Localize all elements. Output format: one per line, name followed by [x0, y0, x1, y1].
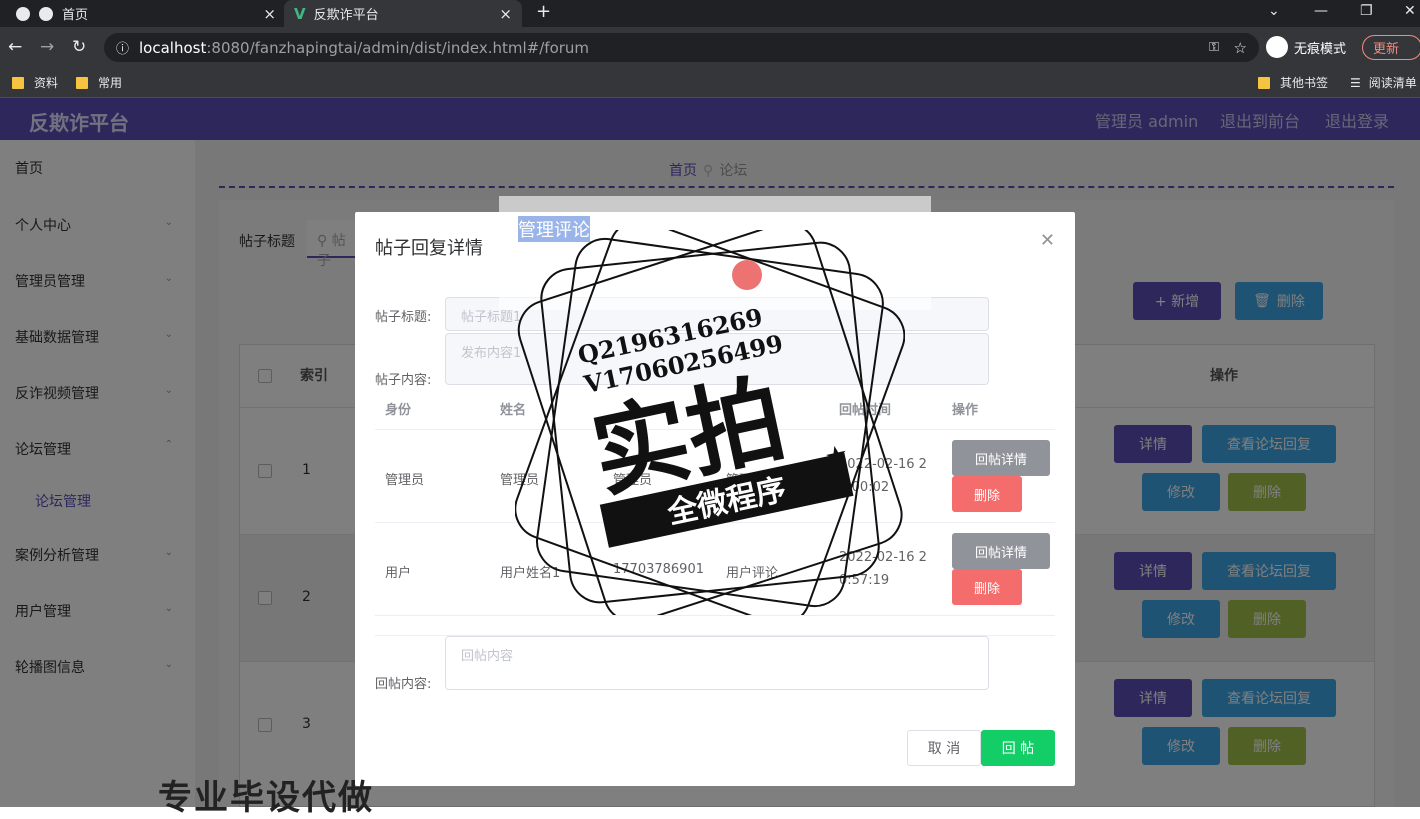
- key-icon[interactable]: ⚿: [1209, 40, 1219, 55]
- watermark-stamp: Q2196316269 V17060256499 实拍 全微程序 ★ ★: [515, 230, 905, 615]
- close-icon[interactable]: ✕: [1040, 230, 1055, 251]
- new-tab-button[interactable]: +: [536, 1, 551, 22]
- post-title-label: 帖子标题:: [375, 310, 432, 325]
- close-icon[interactable]: ×: [263, 5, 276, 23]
- divider: [375, 615, 1055, 616]
- overlay-caption: 专业毕设代做: [158, 778, 374, 818]
- reply-delete-button[interactable]: 删除: [952, 476, 1022, 512]
- reading-list-icon: ☰: [1350, 75, 1361, 90]
- incognito-label: 无痕模式: [1294, 41, 1347, 57]
- reload-icon[interactable]: ↻: [72, 37, 86, 57]
- update-button[interactable]: 更新: [1362, 35, 1420, 60]
- reply-delete-button[interactable]: 删除: [952, 569, 1022, 605]
- star-icon: ★: [822, 439, 851, 473]
- restore-icon[interactable]: ❐: [1360, 3, 1373, 19]
- reply-content-input[interactable]: 回帖内容: [445, 636, 989, 690]
- dialog-title: 帖子回复详情: [375, 238, 483, 259]
- address-bar-row: ← → ↻ ⓘ localhost:8080/fanzhapingtai/adm…: [0, 27, 1420, 67]
- bookmark-label: 阅读清单: [1368, 76, 1417, 90]
- incognito-icon: [1266, 36, 1288, 58]
- url-path: :8080/fanzhapingtai/admin/dist/index.htm…: [206, 38, 590, 57]
- close-window-icon[interactable]: ✕: [1404, 3, 1416, 19]
- reply-role: 用户: [385, 566, 412, 581]
- column-header-role: 身份: [385, 403, 412, 418]
- cursor-highlight: [732, 260, 762, 290]
- reply-detail-button[interactable]: 回帖详情: [952, 440, 1050, 476]
- submit-reply-button[interactable]: 回 帖: [981, 730, 1055, 766]
- bookmarks-bar: 资料 常用 其他书签 ☰ 阅读清单: [0, 67, 1420, 98]
- browser-tab-strip: 首页 × V 反欺诈平台 × + ⌄ — ❐ ✕: [0, 0, 1420, 27]
- star-icon[interactable]: ☆: [1234, 39, 1247, 57]
- chevron-down-icon[interactable]: ⌄: [1268, 3, 1280, 19]
- globe-icon: [16, 6, 30, 21]
- tab-label: 反欺诈平台: [313, 8, 379, 23]
- bookmark-folder[interactable]: 资料: [12, 74, 58, 91]
- reply-content-label: 回帖内容:: [375, 677, 432, 692]
- forward-icon[interactable]: →: [40, 37, 54, 57]
- browser-tab-active[interactable]: V 反欺诈平台 ×: [284, 0, 522, 27]
- cancel-button[interactable]: 取 消: [907, 730, 981, 766]
- url-host: localhost: [139, 38, 207, 57]
- bookmark-label: 常用: [98, 76, 123, 90]
- vue-logo-icon: V: [294, 4, 306, 23]
- minimize-icon[interactable]: —: [1314, 3, 1328, 19]
- post-content-label: 帖子内容:: [375, 373, 432, 388]
- bookmark-folder[interactable]: 常用: [76, 74, 122, 91]
- incognito-indicator[interactable]: 无痕模式: [1266, 33, 1346, 61]
- bookmark-label: 资料: [34, 76, 59, 90]
- globe-icon: [39, 6, 53, 21]
- reply-detail-button[interactable]: 回帖详情: [952, 533, 1050, 569]
- close-icon[interactable]: ×: [499, 5, 512, 23]
- tab-label: 首页: [62, 8, 89, 23]
- column-header-ops: 操作: [952, 403, 979, 418]
- url-field[interactable]: ⓘ localhost:8080/fanzhapingtai/admin/dis…: [104, 33, 1259, 62]
- back-icon[interactable]: ←: [8, 37, 22, 57]
- reading-list[interactable]: ☰ 阅读清单: [1350, 74, 1417, 91]
- folder-icon: [76, 76, 88, 89]
- reply-role: 管理员: [385, 473, 425, 488]
- folder-icon: [12, 76, 24, 89]
- browser-tab-home[interactable]: 首页 ×: [6, 0, 286, 27]
- info-icon: ⓘ: [116, 42, 130, 57]
- bookmark-folder[interactable]: 其他书签: [1258, 74, 1328, 91]
- bookmark-label: 其他书签: [1280, 76, 1329, 90]
- folder-icon: [1258, 76, 1270, 89]
